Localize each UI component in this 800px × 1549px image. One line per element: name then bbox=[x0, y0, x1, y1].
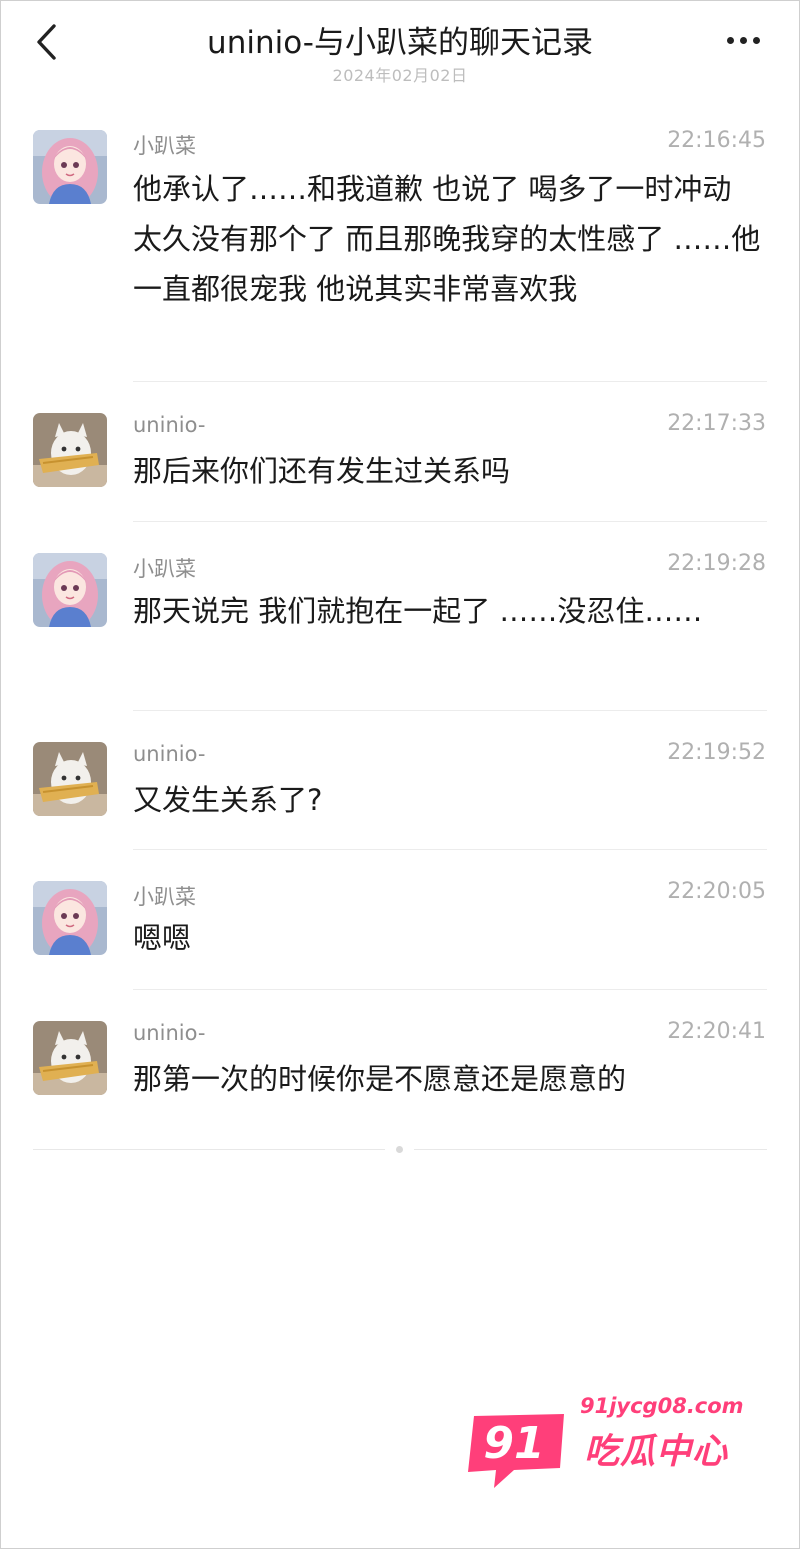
watermark-name: 吃瓜中心 bbox=[584, 1432, 729, 1472]
message-text: 那后来你们还有发生过关系吗 bbox=[133, 454, 511, 488]
sender-name: uninio- bbox=[133, 742, 206, 766]
sender-name: uninio- bbox=[133, 413, 206, 437]
girl-avatar-icon bbox=[33, 553, 107, 627]
watermark-badge-text: 91 bbox=[483, 1418, 544, 1469]
message-time: 22:16:45 bbox=[667, 128, 766, 153]
message-text: 那第一次的时候你是不愿意还是愿意的 bbox=[133, 1062, 627, 1096]
divider bbox=[133, 710, 767, 711]
watermark-badge: 91 bbox=[468, 1414, 564, 1488]
watermark-url: 91jycg08.com bbox=[580, 1394, 744, 1418]
end-divider-right bbox=[414, 1149, 767, 1150]
avatar[interactable] bbox=[33, 1021, 107, 1095]
avatar[interactable] bbox=[33, 130, 107, 204]
avatar[interactable] bbox=[33, 881, 107, 955]
girl-avatar-icon bbox=[33, 881, 107, 955]
message-time: 22:19:52 bbox=[667, 740, 766, 765]
cat-avatar-icon bbox=[33, 742, 107, 816]
cat-avatar-icon bbox=[33, 1021, 107, 1095]
end-divider-dot bbox=[396, 1146, 403, 1153]
sender-name: 小趴菜 bbox=[133, 134, 196, 158]
cat-avatar-icon bbox=[33, 413, 107, 487]
divider bbox=[133, 521, 767, 522]
divider bbox=[133, 989, 767, 990]
message-time: 22:19:28 bbox=[667, 551, 766, 576]
message-text: 那天说完 我们就抱在一起了 ……没忍住…… bbox=[133, 594, 703, 628]
more-button[interactable] bbox=[716, 26, 770, 54]
end-divider-left bbox=[33, 1149, 385, 1150]
page-title: uninio-与小趴菜的聊天记录 bbox=[207, 25, 593, 61]
avatar[interactable] bbox=[33, 553, 107, 627]
message-text: 嗯嗯 bbox=[133, 921, 192, 955]
message-text: 又发生关系了? bbox=[133, 783, 323, 817]
chevron-left-icon bbox=[37, 24, 56, 60]
sender-name: 小趴菜 bbox=[133, 885, 196, 909]
message-time: 22:17:33 bbox=[667, 411, 766, 436]
divider bbox=[133, 381, 767, 382]
divider bbox=[133, 849, 767, 850]
avatar[interactable] bbox=[33, 413, 107, 487]
message-time: 22:20:41 bbox=[667, 1019, 766, 1044]
back-button[interactable] bbox=[26, 18, 66, 66]
sender-name: 小趴菜 bbox=[133, 557, 196, 581]
chat-date: 2024年02月02日 bbox=[332, 66, 468, 85]
message-time: 22:20:05 bbox=[667, 879, 766, 904]
avatar[interactable] bbox=[33, 742, 107, 816]
more-horizontal-icon bbox=[726, 36, 734, 44]
sender-name: uninio- bbox=[133, 1021, 206, 1045]
header: uninio-与小趴菜的聊天记录 2024年02月02日 bbox=[0, 0, 800, 100]
girl-avatar-icon bbox=[33, 130, 107, 204]
message-text: 他承认了……和我道歉 也说了 喝多了一时冲动 太久没有那个了 而且那晚我穿的太性… bbox=[133, 172, 761, 306]
